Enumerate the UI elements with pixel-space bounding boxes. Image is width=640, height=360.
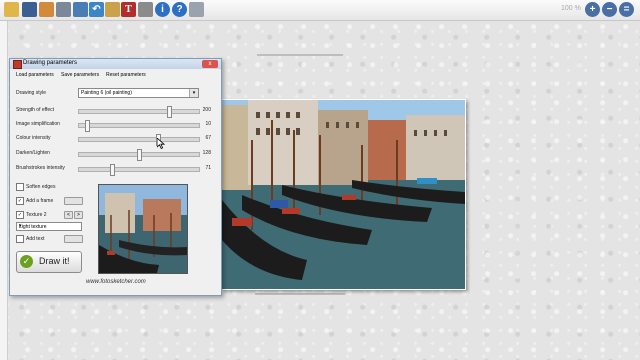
zoom-fit-icon[interactable]: =: [619, 2, 634, 17]
dialog-title: Drawing parameters: [23, 60, 78, 66]
main-toolbar: ↶ T i ? 100 % + − =: [0, 0, 640, 21]
help-icon[interactable]: ?: [172, 2, 187, 17]
text-tool-icon[interactable]: T: [121, 2, 136, 17]
add-frame-checkbox[interactable]: ✓: [16, 197, 24, 205]
draw-it-button[interactable]: ✓ Draw it!: [16, 251, 82, 273]
slider-label: Colour intensity: [16, 135, 51, 141]
preview-image: [99, 185, 187, 273]
simplification-slider[interactable]: [78, 120, 200, 132]
slider-value: 67: [205, 135, 211, 141]
result-photo: [221, 99, 466, 290]
checkbox-label: Add text: [26, 236, 45, 242]
drawing-parameters-dialog: Drawing parameters x Load parameters Sav…: [9, 58, 222, 296]
slider-thumb[interactable]: [167, 106, 172, 118]
preview-thumbnail: [98, 184, 188, 274]
slider-thumb[interactable]: [137, 149, 142, 161]
texture-type-select[interactable]: Light texture ▾: [16, 222, 82, 231]
text-options-button[interactable]: [64, 235, 83, 243]
save-icon[interactable]: [22, 2, 37, 17]
tab-reset-parameters[interactable]: Reset parameters: [106, 72, 146, 78]
screen-icon[interactable]: [189, 2, 204, 17]
canvas-guide-line: [255, 293, 345, 295]
slider-label: Strength of effect: [16, 107, 54, 113]
chevron-down-icon[interactable]: ▾: [189, 89, 198, 97]
colour-intensity-slider[interactable]: [78, 134, 200, 146]
copy-icon[interactable]: [39, 2, 54, 17]
open-folder-icon[interactable]: [4, 2, 19, 17]
slider-label: Image simplification: [16, 121, 60, 127]
checkbox-label: Soften edges: [26, 184, 56, 190]
frame-options-button[interactable]: [64, 197, 83, 205]
texture-checkbox[interactable]: ✓: [16, 211, 24, 219]
checkbox-label: Texture 2: [26, 212, 47, 218]
website-link[interactable]: www.fotosketcher.com: [86, 279, 146, 285]
print-icon[interactable]: [138, 2, 153, 17]
slider-value: 10: [205, 121, 211, 127]
zoom-out-icon[interactable]: −: [602, 2, 617, 17]
crop-icon[interactable]: [73, 2, 88, 17]
soften-edges-checkbox[interactable]: [16, 183, 24, 191]
texture-prev-button[interactable]: <: [64, 211, 73, 219]
slider-thumb[interactable]: [110, 164, 115, 176]
app-icon: [13, 60, 22, 69]
brushstrokes-slider[interactable]: [78, 164, 200, 176]
dialog-titlebar[interactable]: Drawing parameters x: [10, 59, 221, 69]
slider-value: 71: [205, 165, 211, 171]
slider-value: 200: [202, 107, 211, 113]
venice-gondolas-image: [222, 100, 465, 289]
palette-icon[interactable]: [105, 2, 120, 17]
tab-save-parameters[interactable]: Save parameters: [61, 72, 99, 78]
undo-icon[interactable]: ↶: [89, 2, 104, 17]
strength-slider[interactable]: [78, 106, 200, 118]
chevron-down-icon[interactable]: ▾: [19, 223, 80, 229]
canvas-left-edge: [0, 21, 8, 360]
info-icon[interactable]: i: [155, 2, 170, 17]
draw-it-label: Draw it!: [39, 256, 70, 266]
slider-value: 128: [202, 150, 211, 156]
slider-label: Brushstrokes intensity: [16, 165, 65, 171]
zoom-in-icon[interactable]: +: [585, 2, 600, 17]
texture-next-button[interactable]: >: [74, 211, 83, 219]
close-button[interactable]: x: [202, 60, 218, 68]
paste-icon[interactable]: [56, 2, 71, 17]
drawing-style-label: Drawing style: [16, 90, 47, 96]
checkmark-icon: ✓: [20, 255, 33, 268]
add-text-checkbox[interactable]: [16, 235, 24, 243]
mouse-cursor-icon: [157, 138, 165, 149]
tab-load-parameters[interactable]: Load parameters: [16, 72, 54, 78]
canvas-guide-line: [257, 54, 343, 56]
zoom-level: 100 %: [561, 5, 581, 12]
slider-thumb[interactable]: [85, 120, 90, 132]
darken-lighten-slider[interactable]: [78, 149, 200, 161]
checkbox-label: Add a frame: [26, 198, 54, 204]
drawing-style-select[interactable]: Painting 6 (oil painting) ▾: [78, 88, 199, 98]
slider-label: Darken/Lighten: [16, 150, 50, 156]
drawing-style-value: Painting 6 (oil painting): [81, 90, 132, 96]
